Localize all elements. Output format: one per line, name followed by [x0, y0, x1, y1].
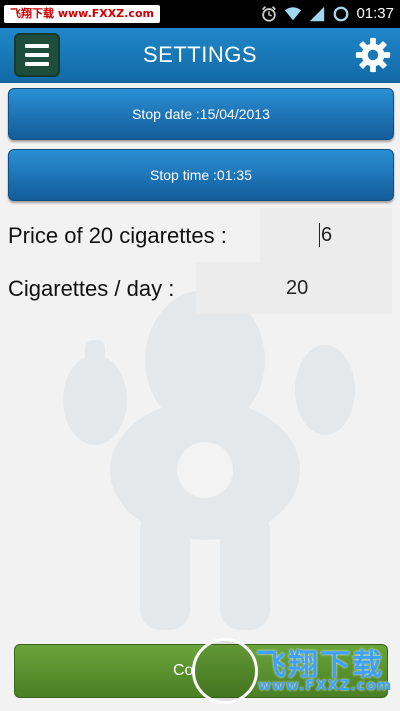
- watermark-url: www.FXXZ.com: [258, 678, 393, 694]
- price-label: Price of 20 cigarettes :: [8, 223, 227, 248]
- top-toolbar: SETTINGS: [0, 28, 400, 83]
- signal-icon: [310, 6, 325, 22]
- status-time: 01:37: [356, 5, 394, 22]
- menu-button[interactable]: [14, 33, 60, 77]
- watermark-logo: 飞翔下载 www.FXXZ.com: [192, 636, 391, 704]
- price-value: 6: [321, 224, 333, 246]
- stop-date-button[interactable]: Stop date :15/04/2013: [8, 88, 394, 140]
- cigarettes-per-day-label: Cigarettes / day :: [8, 276, 175, 301]
- page-title: SETTINGS: [142, 42, 257, 67]
- menu-icon: [25, 44, 49, 48]
- alarm-icon: [262, 6, 277, 22]
- cigarettes-per-day-value: 20: [286, 277, 309, 299]
- gear-icon[interactable]: [354, 36, 392, 74]
- menu-icon: [25, 62, 49, 66]
- sync-icon: [334, 6, 349, 22]
- status-bar: 飞翔下载 www.FXXZ.com 01:37: [0, 0, 400, 28]
- wifi-icon: [285, 7, 302, 21]
- stop-time-button[interactable]: Stop time :01:35: [8, 149, 394, 201]
- text-caret: [319, 223, 320, 247]
- continue-button-label: Co: [173, 662, 194, 679]
- status-watermark: 飞翔下载 www.FXXZ.com: [4, 5, 160, 23]
- menu-icon: [25, 53, 49, 57]
- superhero-mascot-image: [63, 290, 355, 630]
- status-icons: 01:37: [260, 4, 394, 24]
- watermark-circle-icon: [192, 638, 258, 704]
